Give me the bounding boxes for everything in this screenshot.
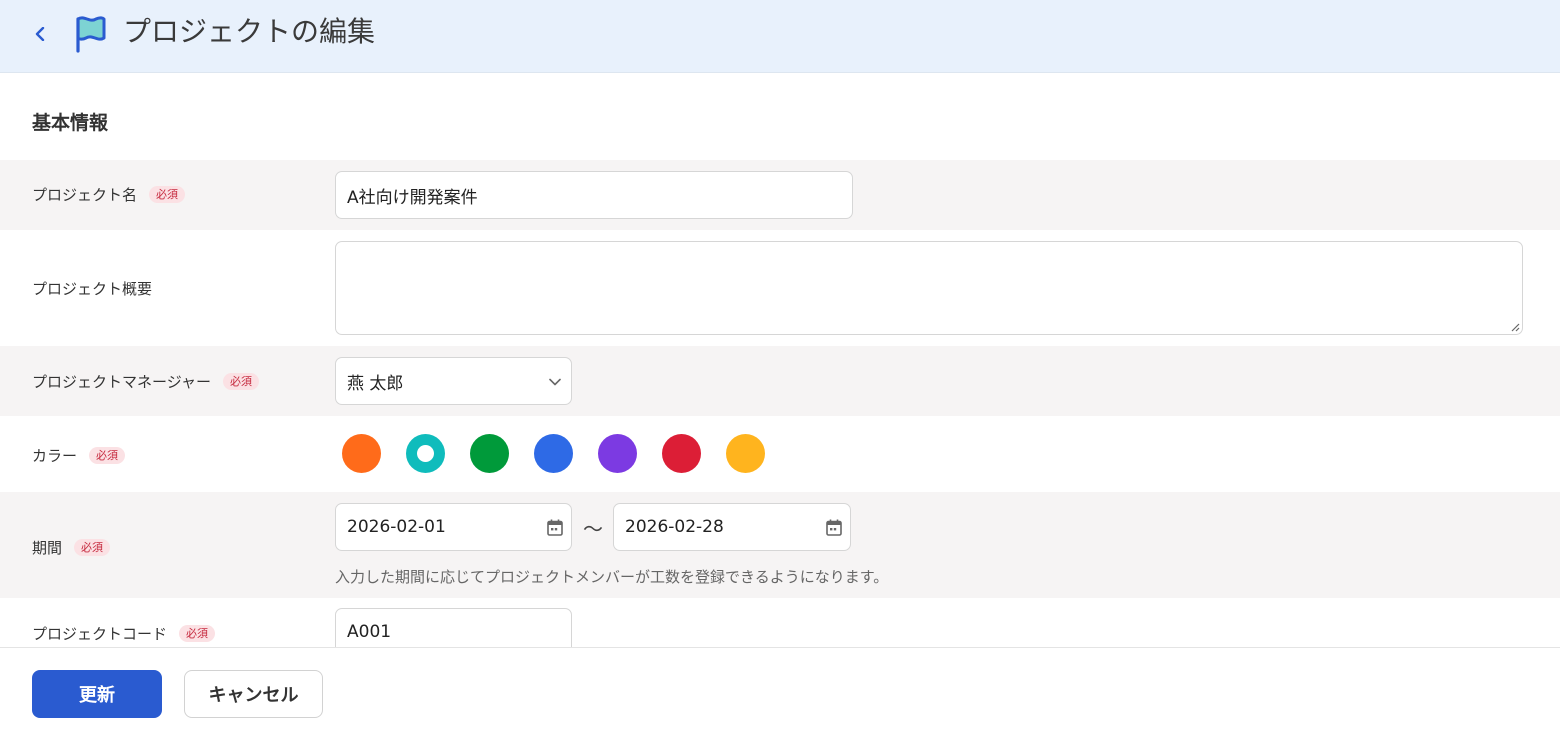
cancel-button[interactable]: キャンセル	[184, 670, 323, 718]
chevron-left-icon	[35, 27, 45, 41]
project-manager-label: プロジェクトマネージャー	[32, 373, 211, 391]
color-swatch[interactable]	[662, 434, 701, 473]
color-swatch[interactable]	[470, 434, 509, 473]
form-row-project-summary: プロジェクト概要	[0, 230, 1560, 346]
required-badge: 必須	[89, 447, 126, 464]
period-hint: 入力した期間に応じてプロジェクトメンバーが工数を登録できるようになります。	[335, 568, 889, 586]
required-badge: 必須	[74, 539, 111, 556]
period-label: 期間	[32, 539, 63, 557]
color-swatch[interactable]	[342, 434, 381, 473]
period-end-date-input[interactable]: 2026-02-28	[613, 503, 851, 551]
update-button[interactable]: 更新	[32, 670, 162, 718]
project-manager-select[interactable]: 燕 太郎	[335, 357, 572, 405]
color-label: カラー	[32, 447, 78, 465]
calendar-icon[interactable]	[825, 518, 843, 537]
flag-icon	[76, 16, 106, 53]
period-separator: ～	[583, 517, 603, 541]
required-badge: 必須	[222, 373, 259, 390]
project-summary-label: プロジェクト概要	[32, 280, 153, 298]
chevron-down-icon	[549, 378, 561, 386]
color-swatch[interactable]	[534, 434, 573, 473]
form-row-project-code: プロジェクトコード 必須 A001	[0, 598, 1560, 647]
selected-indicator	[417, 445, 434, 462]
calendar-icon[interactable]	[546, 518, 564, 537]
project-name-input[interactable]: A社向け開発案件	[335, 171, 853, 219]
project-name-label: プロジェクト名	[32, 186, 138, 204]
form-row-project-name: プロジェクト名 必須 A社向け開発案件	[0, 160, 1560, 230]
section-title: 基本情報	[32, 112, 109, 134]
page-title: プロジェクトの編集	[123, 15, 376, 48]
required-badge: 必須	[149, 186, 186, 203]
form-row-project-manager: プロジェクトマネージャー 必須 燕 太郎	[0, 346, 1560, 416]
resize-handle-icon[interactable]	[1510, 322, 1520, 332]
color-swatch[interactable]	[726, 434, 765, 473]
color-swatch-selected[interactable]	[406, 434, 445, 473]
page-header: プロジェクトの編集	[0, 0, 1560, 73]
back-button[interactable]	[26, 22, 54, 46]
project-code-label: プロジェクトコード	[32, 625, 168, 643]
period-start-date-input[interactable]: 2026-02-01	[335, 503, 572, 551]
form-row-color: カラー 必須	[0, 416, 1560, 492]
required-badge: 必須	[179, 625, 216, 642]
project-summary-textarea[interactable]	[335, 241, 1523, 335]
project-code-input[interactable]: A001	[335, 608, 572, 647]
color-swatch[interactable]	[598, 434, 637, 473]
